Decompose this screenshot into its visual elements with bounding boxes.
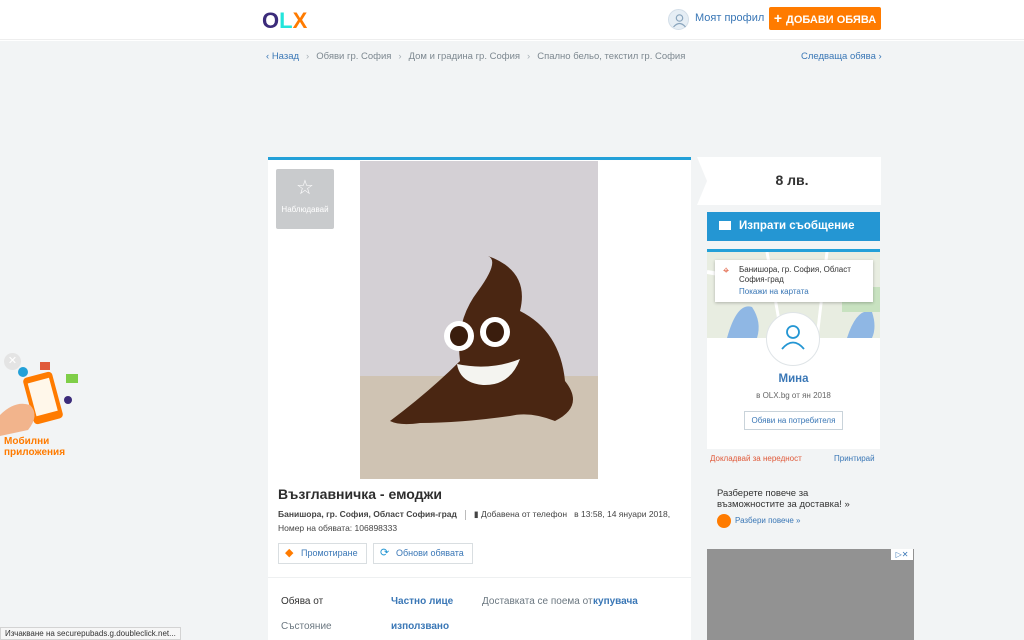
show-on-map-link[interactable]: Покажи на картата xyxy=(739,287,869,297)
ad-meta: Банишора, гр. София, Област София-град ▮ … xyxy=(278,509,670,520)
delivery-info[interactable]: Разберете повече за възможностите за дос… xyxy=(717,488,877,510)
chevron-right-icon: › xyxy=(875,51,882,62)
ad-title: Възглавничка - емоджи xyxy=(278,486,443,502)
follow-button[interactable]: ☆ Наблюдавай xyxy=(276,169,334,229)
close-icon[interactable]: ▷✕ xyxy=(891,549,913,560)
detail-label: Състояние xyxy=(281,621,332,632)
location-popup: ⌖ Банишора, гр. София, Област София-град… xyxy=(715,260,873,302)
breadcrumb-item[interactable]: Дом и градина гр. София xyxy=(409,51,520,62)
star-icon: ☆ xyxy=(296,177,314,199)
ad-location: Банишора, гр. София, Област София-град xyxy=(278,509,457,519)
seller-name[interactable]: Мина xyxy=(707,373,880,385)
seller-since: в OLX.bg от ян 2018 xyxy=(756,391,831,400)
refresh-icon: ⟳ xyxy=(380,547,390,559)
user-icon xyxy=(781,325,805,350)
my-profile-link[interactable]: Моят профил xyxy=(695,12,764,24)
detail-label: Обява от xyxy=(281,596,324,607)
report-link[interactable]: Докладвай за нередност xyxy=(710,454,802,463)
envelope-icon xyxy=(719,221,731,230)
posted-from: Добавена от телефон xyxy=(480,509,568,519)
kite-icon: ◆ xyxy=(285,547,294,559)
delivery-learn-more-link[interactable]: Разбери повече » xyxy=(717,514,801,528)
promote-button[interactable]: ◆ Промотиране xyxy=(278,543,367,564)
olx-logo[interactable]: OLX xyxy=(262,5,308,37)
detail-value[interactable]: използвано xyxy=(391,621,449,632)
mobile-apps-illustration[interactable] xyxy=(0,360,86,436)
follow-label: Наблюдавай xyxy=(281,205,329,214)
truck-icon xyxy=(717,514,731,528)
breadcrumb-item[interactable]: Обяви гр. София xyxy=(316,51,391,62)
user-icon[interactable] xyxy=(668,9,689,30)
browser-status-bar: Изчакване на securepubads.g.doubleclick.… xyxy=(0,627,181,640)
back-link[interactable]: Назад xyxy=(272,51,299,62)
breadcrumb-item[interactable]: Спално бельо, текстил гр. София xyxy=(537,51,685,62)
send-message-button[interactable]: Изпрати съобщение xyxy=(707,212,880,241)
plus-icon: + xyxy=(773,10,782,26)
phone-icon: ▮ xyxy=(473,509,481,519)
price: 8 лв. xyxy=(775,172,809,188)
next-ad-link[interactable]: Следваща обява › xyxy=(801,51,882,62)
ad-number: Номер на обявата: 106898333 xyxy=(278,523,398,533)
add-ad-button[interactable]: + ДОБАВИ ОБЯВА xyxy=(769,7,881,30)
print-link[interactable]: Принтирай xyxy=(834,454,875,463)
posted-at: в 13:58, 14 януари 2018, xyxy=(574,509,671,519)
detail-label: Доставката се поема от xyxy=(482,596,593,607)
detail-value[interactable]: Частно лице xyxy=(391,596,453,607)
user-ads-button[interactable]: Обяви на потребителя xyxy=(744,411,843,430)
map-pin-icon: ⌖ xyxy=(723,265,730,277)
breadcrumb: ‹ Назад › Обяви гр. София › Дом и градина гр… xyxy=(266,51,686,62)
ad-photo[interactable] xyxy=(360,161,598,479)
map-location-text: Банишора, гр. София, Област София-град xyxy=(739,265,851,284)
divider xyxy=(268,577,691,578)
mobile-apps-label[interactable]: Мобилни приложения xyxy=(4,436,84,458)
detail-value[interactable]: купувача xyxy=(593,596,638,607)
refresh-ad-button[interactable]: ⟳ Обнови обявата xyxy=(373,543,473,564)
advertisement[interactable] xyxy=(707,549,914,640)
